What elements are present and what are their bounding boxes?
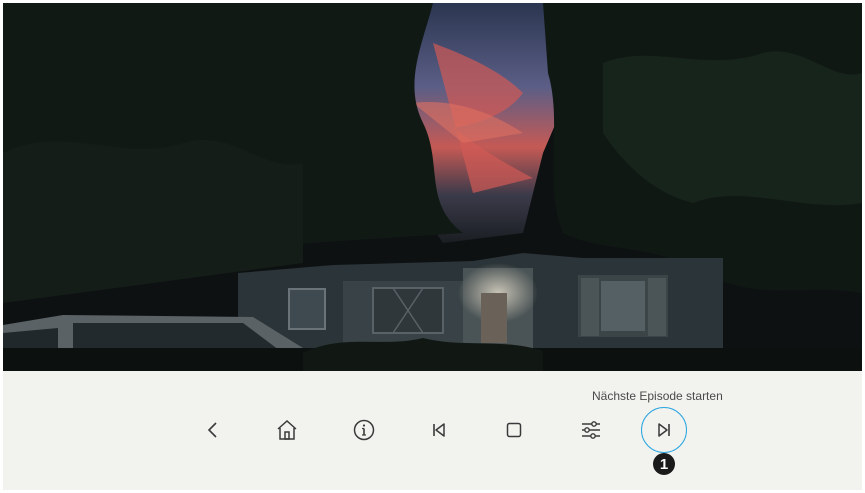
player-control-bar: Nächste Episode starten 1 [3,371,862,490]
home-icon [277,419,297,440]
skip-next-icon [658,423,670,437]
video-frame [3,3,862,371]
info-icon [353,419,375,441]
stop-square-icon [506,422,522,438]
tv-screen: Nächste Episode starten 1 [3,3,862,490]
info-button[interactable] [344,410,384,450]
next-episode-button[interactable] [641,407,687,453]
sliders-icon [582,421,600,439]
back-button[interactable] [193,410,233,450]
chevron-left-icon [207,422,217,438]
previous-button[interactable] [419,410,459,450]
next-episode-tooltip: Nächste Episode starten [592,389,723,403]
step-marker-badge: 1 [653,453,675,475]
night-house-scene [3,3,862,371]
settings-button[interactable] [571,410,611,450]
stop-button[interactable] [494,410,534,450]
home-button[interactable] [267,410,307,450]
skip-previous-icon [433,423,445,437]
